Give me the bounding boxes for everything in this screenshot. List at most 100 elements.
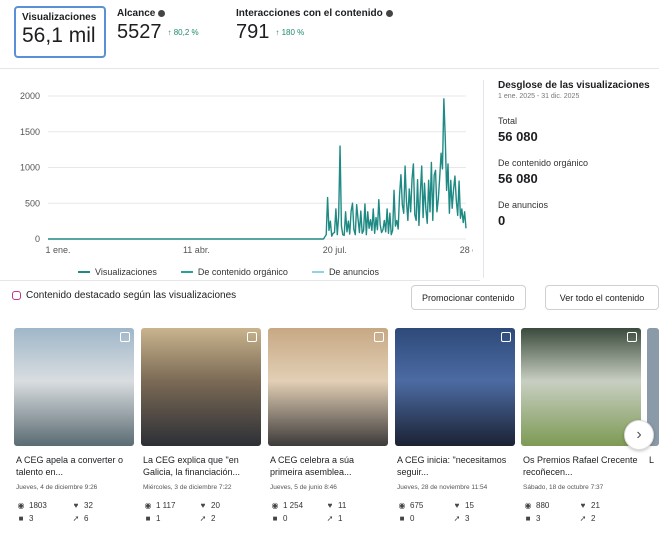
views-breakdown-panel: Desglose de las visualizaciones 1 ene. 2… bbox=[498, 80, 653, 228]
post-shares: 1 bbox=[338, 514, 343, 523]
post-likes: 15 bbox=[465, 501, 474, 510]
post-stats: ◉ 880 ♥ 21 ■ 3 ➚ 2 bbox=[523, 501, 633, 523]
metric-interactions-label: Interacciones con el contenido bbox=[236, 8, 383, 19]
y-tick-label: 0 bbox=[35, 234, 40, 244]
legend-item-views[interactable]: Visualizaciones bbox=[78, 267, 157, 277]
multi-image-icon bbox=[247, 332, 257, 342]
metric-reach-delta: ↑ 80,2 % bbox=[167, 27, 199, 37]
post-views: 880 bbox=[536, 501, 550, 510]
metric-interactions-value: 791 bbox=[236, 21, 270, 43]
metric-reach-label: Alcance bbox=[117, 8, 156, 19]
post-stats: ◉ 1803 ♥ 32 ■ 3 ➚ 6 bbox=[16, 501, 126, 523]
post-stats: ◉ 675 ♥ 15 ■ 0 ➚ 3 bbox=[397, 501, 507, 523]
post-date: Jueves, 28 de noviembre 11:54 bbox=[397, 484, 488, 491]
x-tick-label: 1 ene. bbox=[45, 245, 70, 255]
y-tick-label: 500 bbox=[25, 198, 40, 208]
info-icon bbox=[385, 10, 393, 17]
legend-item-ads[interactable]: De anuncios bbox=[311, 267, 379, 277]
breakdown-row-organic: De contenido orgánico 56 080 bbox=[498, 158, 653, 186]
post-views: 1803 bbox=[29, 501, 47, 510]
post-shares: 2 bbox=[591, 514, 596, 523]
series-line-views[interactable] bbox=[48, 98, 467, 240]
post-thumbnail[interactable] bbox=[14, 328, 134, 446]
views-line-chart: 2000 1500 1000 500 0 1 ene. 11 abr. 20 jul. 28 o… bbox=[20, 91, 473, 255]
eye-icon: ◉ bbox=[17, 501, 25, 510]
legend-swatch bbox=[180, 271, 193, 273]
x-tick-label: 20 jul. bbox=[323, 245, 347, 255]
post-thumbnail[interactable] bbox=[521, 328, 641, 446]
legend-label: Visualizaciones bbox=[95, 267, 157, 277]
divider bbox=[0, 280, 480, 281]
post-caption: A CEG apela a converter o talento en... bbox=[16, 455, 124, 477]
post-views: 675 bbox=[410, 501, 424, 510]
share-icon: ➚ bbox=[326, 514, 334, 523]
legend-item-organic[interactable]: De contenido orgánico bbox=[180, 267, 288, 277]
heart-icon: ♥ bbox=[73, 501, 79, 510]
breakdown-title: Desglose de las visualizaciones bbox=[498, 80, 650, 91]
post-card[interactable]: La CEG explica que "en Galicia, la finan… bbox=[141, 328, 261, 540]
post-likes: 32 bbox=[84, 501, 93, 510]
post-caption: La CEG explica que "en Galicia, la finan… bbox=[143, 455, 241, 477]
eye-icon: ◉ bbox=[144, 501, 152, 510]
y-tick-label: 2000 bbox=[20, 91, 40, 101]
multi-image-icon bbox=[501, 332, 511, 342]
post-card[interactable]: A CEG celebra a súa primeira asemblea...… bbox=[268, 328, 388, 540]
post-likes: 11 bbox=[338, 501, 347, 510]
eye-icon: ◉ bbox=[398, 501, 406, 510]
post-views: 1 254 bbox=[283, 501, 304, 510]
post-caption: Os Premios Rafael Crecente recoñecen... bbox=[523, 455, 638, 477]
metric-reach-value: 5527 bbox=[117, 21, 162, 43]
post-comments: 0 bbox=[283, 514, 288, 523]
multi-image-icon bbox=[120, 332, 130, 342]
metric-views[interactable]: Visualizaciones 56,1 mil bbox=[14, 6, 106, 58]
share-icon: ➚ bbox=[579, 514, 587, 523]
y-tick-label: 1000 bbox=[20, 163, 40, 173]
metric-reach[interactable]: Alcance 5527 ↑ 80,2 % bbox=[117, 8, 199, 46]
comment-icon: ■ bbox=[525, 514, 531, 523]
breakdown-value: 56 080 bbox=[498, 129, 538, 144]
post-caption: L bbox=[649, 455, 655, 465]
metric-interactions[interactable]: Interacciones con el contenido 791 ↑ 180 … bbox=[236, 8, 393, 46]
post-likes: 20 bbox=[211, 501, 220, 510]
info-icon bbox=[158, 10, 166, 17]
post-comments: 3 bbox=[536, 514, 541, 523]
post-date: Jueves, 4 de diciembre 9:26 bbox=[16, 484, 98, 491]
x-tick-label: 28 oct. bbox=[460, 245, 473, 255]
breakdown-label: Total bbox=[498, 116, 518, 126]
promote-content-button[interactable]: Promocionar contenido bbox=[411, 285, 526, 310]
featured-content-header: Contenido destacado según las visualizac… bbox=[12, 290, 236, 301]
breakdown-label: De contenido orgánico bbox=[498, 158, 589, 168]
view-all-content-button[interactable]: Ver todo el contenido bbox=[545, 285, 659, 310]
comment-icon: ■ bbox=[145, 514, 151, 523]
legend-swatch bbox=[311, 271, 324, 273]
comment-icon: ■ bbox=[18, 514, 24, 523]
carousel-next-button[interactable]: › bbox=[624, 420, 654, 450]
legend-label: De contenido orgánico bbox=[197, 267, 288, 277]
chart-legend: Visualizaciones De contenido orgánico De… bbox=[78, 267, 379, 277]
post-thumbnail[interactable] bbox=[268, 328, 388, 446]
post-comments: 0 bbox=[410, 514, 415, 523]
share-icon: ➚ bbox=[72, 514, 80, 523]
post-card[interactable]: Os Premios Rafael Crecente recoñecen... … bbox=[521, 328, 641, 540]
post-shares: 2 bbox=[211, 514, 216, 523]
featured-content-title: Contenido destacado según las visualizac… bbox=[26, 290, 237, 301]
heart-icon: ♥ bbox=[200, 501, 206, 510]
post-shares: 3 bbox=[465, 514, 470, 523]
post-thumbnail[interactable] bbox=[395, 328, 515, 446]
post-card[interactable]: A CEG inicia: "necesitamos seguir... Jue… bbox=[395, 328, 515, 540]
post-stats: ◉ 1 117 ♥ 20 ■ 1 ➚ 2 bbox=[143, 501, 253, 523]
breakdown-row-total: Total 56 080 bbox=[498, 116, 653, 144]
post-card[interactable]: A CEG apela a converter o talento en... … bbox=[14, 328, 134, 540]
y-tick-label: 1500 bbox=[20, 127, 40, 137]
breakdown-value: 56 080 bbox=[498, 171, 538, 186]
metric-interactions-delta: ↑ 180 % bbox=[275, 27, 305, 37]
post-shares: 6 bbox=[84, 514, 89, 523]
breakdown-row-ads: De anuncios 0 bbox=[498, 200, 653, 228]
post-date: Miércoles, 3 de diciembre 7:22 bbox=[143, 484, 232, 491]
multi-image-icon bbox=[627, 332, 637, 342]
post-date: Jueves, 5 de junio 8:46 bbox=[270, 484, 337, 491]
comment-icon: ■ bbox=[272, 514, 278, 523]
post-thumbnail[interactable] bbox=[141, 328, 261, 446]
post-date: Sábado, 18 de octubre 7:37 bbox=[523, 484, 604, 491]
multi-image-icon bbox=[374, 332, 384, 342]
